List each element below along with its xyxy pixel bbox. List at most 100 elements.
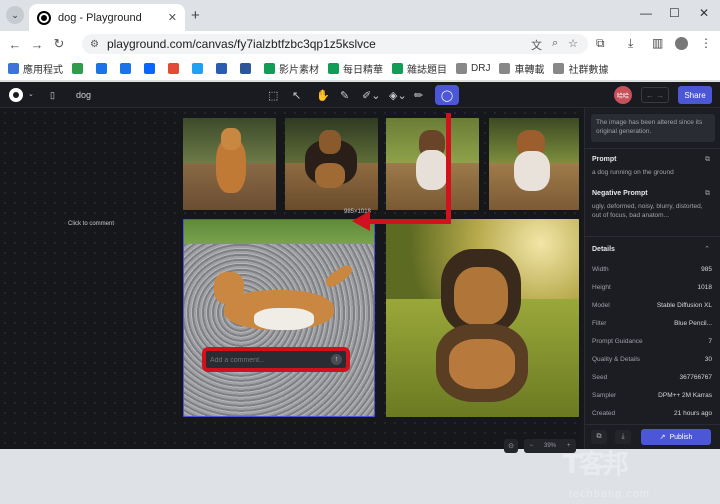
details-panel: The image has been altered since its ori… [584,108,720,449]
copy-negative-icon[interactable]: ⧉ [705,190,710,198]
bookmark-item[interactable]: 社群數據 [553,61,608,76]
bookmark-item[interactable] [192,63,207,74]
zoom-out-icon[interactable]: − [529,443,533,449]
comment-input[interactable] [210,354,330,366]
generated-image-1[interactable] [183,118,276,210]
address-bar[interactable]: ⚙ playground.com/canvas/fy7ialzbtfzbc3qp… [82,34,588,54]
bookmark-favicon-icon [392,63,403,74]
prompt-title: Prompt [592,156,617,163]
project-name[interactable]: dog [76,90,91,100]
undo-redo-buttons[interactable]: ← → [641,87,669,103]
publish-button[interactable]: ↗ Publish [641,429,711,445]
bookmark-favicon-icon [216,63,227,74]
bookmark-item[interactable]: 應用程式 [8,61,63,76]
detail-row: Width 985 [592,266,712,273]
tab-title: dog - Playground [58,11,142,24]
detail-row: Filter Blue Pencil... [592,320,712,327]
copy-prompt-icon[interactable]: ⧉ [705,156,710,164]
detail-value: Stable Diffusion XL [656,302,712,309]
detail-row: Created 21 hours ago [592,410,712,417]
bookmark-label: 每日精華 [343,65,383,76]
detail-row: Height 1018 [592,284,712,291]
extensions-icon[interactable]: ⧉ [596,36,605,51]
site-info-icon[interactable]: ⚙ [90,39,99,50]
collapse-details-icon[interactable]: ⌃ [704,245,710,253]
hand-tool-icon[interactable]: ✋ [316,89,330,102]
duplicate-icon[interactable]: ⧉ [591,430,607,444]
bookmark-favicon-icon [144,63,155,74]
generated-image-4[interactable] [489,118,579,210]
detail-value: 367766767 [679,374,712,381]
generated-image-2[interactable] [285,118,378,210]
generated-image-large[interactable] [386,219,579,417]
window-close-icon[interactable]: ✕ [699,6,709,20]
detail-key: Seed [592,374,608,381]
maximize-icon[interactable]: ☐ [669,6,680,20]
browser-tab[interactable]: dog - Playground ✕ [29,4,185,31]
divider [585,236,720,237]
bookmark-item[interactable]: 車轉載 [499,61,544,76]
download-image-icon[interactable]: ⤓ [615,430,631,444]
comment-tool-icon[interactable]: ◯ [435,85,459,105]
forward-icon[interactable]: → [26,37,48,52]
back-icon[interactable]: ← [4,37,26,52]
divider [585,148,720,149]
bookmark-item[interactable] [96,63,111,74]
bookmark-item[interactable] [144,63,159,74]
bookmark-item[interactable]: DRJ [456,63,490,74]
detail-key: Height [592,284,611,291]
bookmark-star-icon[interactable]: ☆ [568,37,578,53]
layers-panel-icon[interactable]: ▯ [50,90,55,101]
bookmark-label: 雜誌題目 [407,65,447,76]
fit-view-icon[interactable]: ⊙ [504,439,518,453]
bookmark-favicon-icon [96,63,107,74]
bookmark-item[interactable]: 雜誌題目 [392,61,447,76]
minimize-icon[interactable]: — [640,6,652,20]
bookmark-label: 影片素材 [279,65,319,76]
detail-row: Sampler DPM++ 2M Karras [592,392,712,399]
bookmark-item[interactable]: 影片素材 [264,61,319,76]
altered-notice: The image has been altered since its ori… [591,114,715,142]
sidepanel-icon[interactable]: ▥ [652,36,663,50]
publish-label: Publish [669,433,693,441]
detail-key: Filter [592,320,607,327]
profile-avatar[interactable] [675,37,688,50]
bookmark-item[interactable] [72,63,87,74]
new-tab-icon[interactable]: + [191,7,200,24]
comment-options-icon[interactable]: ↑ [331,354,342,365]
reload-icon[interactable]: ↻ [48,36,70,52]
browser-tab-strip: ⌄ dog - Playground ✕ + — ☐ ✕ [0,0,720,31]
canvas[interactable]: Click to comment 985×1018 Add a comment.… [0,108,580,453]
share-button[interactable]: Share [678,86,712,104]
edit-frame-icon[interactable]: ✎ [340,89,349,102]
bookmark-label: DRJ [471,63,491,74]
chrome-menu-icon[interactable]: ⋮ [700,36,712,50]
detail-row: Model Stable Diffusion XL [592,302,712,309]
translate-icon[interactable]: 文 [531,37,542,53]
add-image-icon[interactable]: ⬚ [268,89,278,102]
bookmark-item[interactable] [120,63,135,74]
pencil-tool-icon[interactable]: ✏ [414,89,423,102]
tab-close-icon[interactable]: ✕ [168,11,177,24]
bookmark-item[interactable] [168,63,183,74]
bookmark-favicon-icon [328,63,339,74]
download-icon[interactable]: ⤓ [628,36,633,51]
zoom-icon[interactable]: ⌕ [552,37,558,53]
fill-tool-icon[interactable]: ◈⌄ [389,89,407,102]
select-tool-icon[interactable]: ↖ [292,89,301,102]
address-url: playground.com/canvas/fy7ialzbtfzbc3qp1z… [106,37,376,51]
tab-search-icon[interactable]: ⌄ [6,6,24,24]
selected-image[interactable] [183,219,375,417]
annotation-line-vertical [446,113,451,223]
pen-tool-icon[interactable]: ✐⌄ [362,89,380,102]
generated-image-3[interactable] [386,118,479,210]
comment-popover: ↑ [202,347,350,372]
logo-menu-chevron-icon[interactable]: ⌄ [28,90,34,98]
bookmark-item[interactable]: 每日精華 [328,61,383,76]
avatar[interactable]: 哈哈 [614,86,632,104]
playground-logo-icon[interactable] [9,88,23,102]
canvas-comment-hint: Click to comment [68,221,115,227]
bookmark-item[interactable] [240,63,255,74]
bookmark-item[interactable] [216,63,231,74]
detail-value: 30 [704,356,712,363]
